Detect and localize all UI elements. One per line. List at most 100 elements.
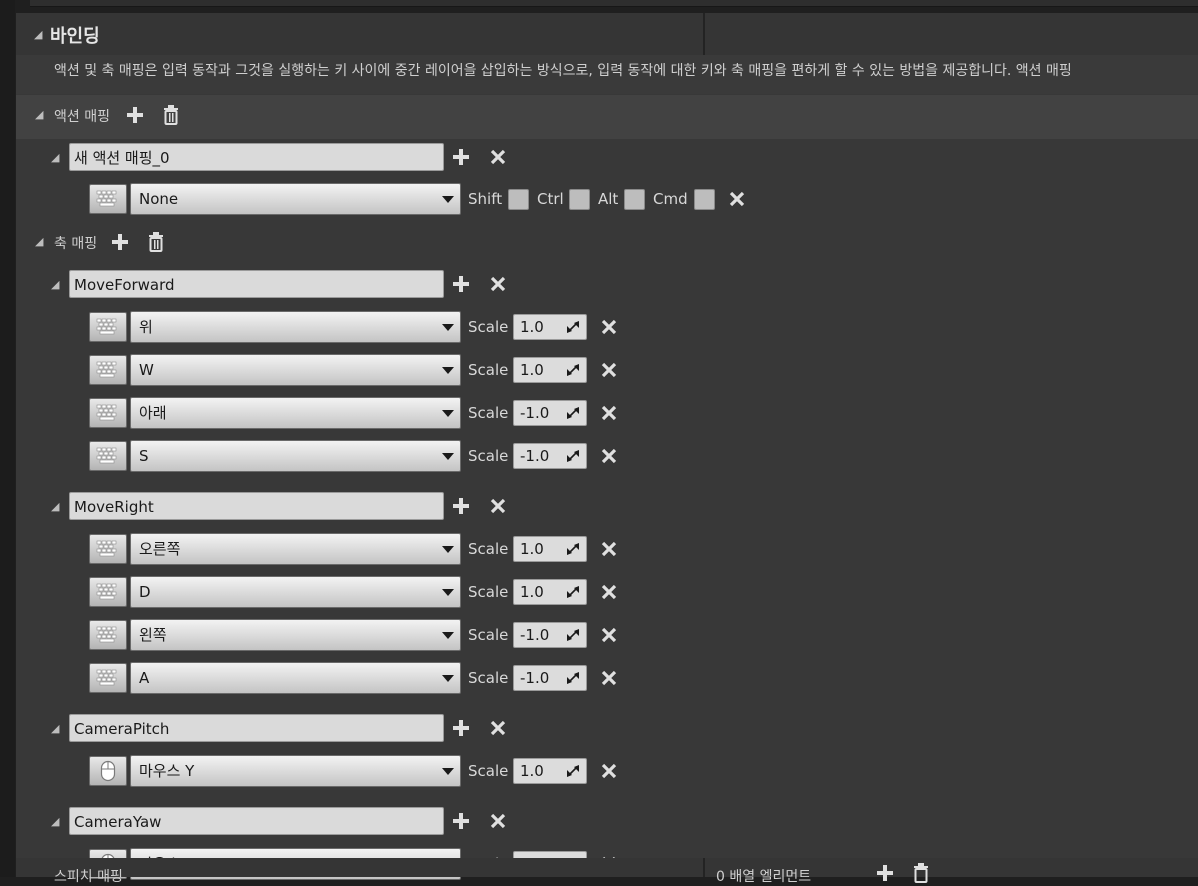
delete-axis-mappings-button[interactable] (145, 231, 167, 253)
expand-triangle-icon[interactable]: ◢ (51, 722, 59, 735)
action-mapping-name-input[interactable]: 새 액션 매핑_0 (69, 143, 444, 171)
add-action-mapping-button[interactable] (124, 104, 146, 126)
remove-axis-mapping-button[interactable] (487, 495, 509, 517)
remove-axis-key-button[interactable] (598, 402, 620, 424)
chevron-down-icon (442, 675, 454, 682)
key-dropdown[interactable]: 오른쪽 (130, 533, 461, 565)
drag-spin-icon (567, 364, 579, 376)
close-icon (490, 149, 506, 165)
plus-icon (112, 234, 128, 250)
ctrl-checkbox[interactable] (569, 189, 590, 210)
key-selector-button[interactable] (89, 355, 127, 385)
scale-input[interactable]: -1.0 (513, 622, 587, 648)
axis-mapping-name-input[interactable]: MoveRight (69, 492, 444, 520)
add-axis-mapping-button[interactable] (109, 231, 131, 253)
keyboard-icon (96, 361, 117, 378)
expand-triangle-icon[interactable]: ◢ (35, 235, 43, 248)
remove-action-key-button[interactable] (726, 188, 748, 210)
key-selector-button[interactable] (89, 620, 127, 650)
expand-triangle-icon[interactable]: ◢ (51, 500, 59, 513)
keyboard-icon (96, 447, 117, 464)
key-selector-button[interactable] (89, 756, 127, 786)
scale-input[interactable]: 1.0 (513, 314, 587, 340)
axis-mapping-name-input[interactable]: CameraYaw (69, 807, 444, 835)
scale-label: Scale (468, 318, 509, 336)
delete-action-mappings-button[interactable] (160, 104, 182, 126)
key-selector-button[interactable] (89, 398, 127, 428)
scale-input[interactable]: 1.0 (513, 357, 587, 383)
key-dropdown[interactable]: 위 (130, 311, 461, 343)
close-icon (490, 276, 506, 292)
key-selector-button[interactable] (89, 534, 127, 564)
remove-axis-key-button[interactable] (598, 316, 620, 338)
add-action-key-button[interactable] (450, 146, 472, 168)
add-axis-key-button[interactable] (450, 495, 472, 517)
scale-input[interactable]: 1.0 (513, 758, 587, 784)
key-dropdown[interactable]: D (130, 576, 461, 608)
expand-triangle-icon[interactable]: ◢ (35, 108, 43, 121)
remove-axis-key-button[interactable] (598, 538, 620, 560)
remove-action-mapping-button[interactable] (487, 146, 509, 168)
alt-checkbox[interactable] (624, 189, 645, 210)
scale-label: Scale (468, 626, 509, 644)
cmd-checkbox[interactable] (694, 189, 715, 210)
chevron-down-icon (442, 410, 454, 417)
axis-mapping-name-input[interactable]: MoveForward (69, 270, 444, 298)
drag-spin-icon (567, 629, 579, 641)
expand-triangle-icon[interactable]: ◢ (51, 151, 59, 164)
scale-label: Scale (468, 540, 509, 558)
chevron-down-icon (442, 324, 454, 331)
scale-input[interactable]: 1.0 (513, 536, 587, 562)
add-axis-key-button[interactable] (450, 810, 472, 832)
mouse-icon (100, 760, 116, 782)
keyboard-icon (96, 190, 117, 207)
close-icon (601, 541, 617, 557)
key-dropdown[interactable]: W (130, 354, 461, 386)
expand-triangle-icon[interactable]: ◢ (34, 28, 42, 41)
shift-checkbox[interactable] (508, 189, 529, 210)
key-selector-button[interactable] (89, 441, 127, 471)
add-axis-key-button[interactable] (450, 273, 472, 295)
key-selector-button[interactable] (89, 577, 127, 607)
key-dropdown[interactable]: A (130, 662, 461, 694)
chevron-down-icon (442, 453, 454, 460)
close-icon (601, 405, 617, 421)
remove-axis-key-button[interactable] (598, 445, 620, 467)
close-icon (601, 362, 617, 378)
scale-input[interactable]: -1.0 (513, 400, 587, 426)
add-axis-key-button[interactable] (450, 717, 472, 739)
keyboard-icon (96, 669, 117, 686)
remove-axis-key-button[interactable] (598, 581, 620, 603)
remove-axis-key-button[interactable] (598, 624, 620, 646)
key-dropdown[interactable]: 아래 (130, 397, 461, 429)
key-dropdown[interactable]: S (130, 440, 461, 472)
clear-elements-button[interactable] (910, 862, 932, 884)
key-dropdown-value: 왼쪽 (139, 626, 167, 644)
close-icon (601, 319, 617, 335)
key-selector-button[interactable] (89, 312, 127, 342)
key-dropdown-value: 아래 (139, 404, 167, 422)
remove-axis-key-button[interactable] (598, 667, 620, 689)
remove-axis-mapping-button[interactable] (487, 810, 509, 832)
chevron-down-icon (442, 546, 454, 553)
scale-input[interactable]: -1.0 (513, 443, 587, 469)
bindings-header[interactable] (16, 13, 1198, 55)
keyboard-icon (96, 583, 117, 600)
scale-input[interactable]: -1.0 (513, 665, 587, 691)
key-dropdown[interactable]: None (130, 183, 461, 215)
plus-icon (127, 107, 143, 123)
remove-axis-key-button[interactable] (598, 760, 620, 782)
remove-axis-key-button[interactable] (598, 359, 620, 381)
expand-triangle-icon[interactable]: ◢ (51, 278, 59, 291)
remove-axis-mapping-button[interactable] (487, 273, 509, 295)
key-dropdown[interactable]: 왼쪽 (130, 619, 461, 651)
expand-triangle-icon[interactable]: ◢ (51, 815, 59, 828)
key-dropdown-value: 마우스 Y (139, 762, 195, 780)
axis-mapping-name-input[interactable]: CameraPitch (69, 714, 444, 742)
key-selector-button[interactable] (89, 184, 127, 214)
add-element-button[interactable] (874, 862, 896, 884)
remove-axis-mapping-button[interactable] (487, 717, 509, 739)
key-dropdown[interactable]: 마우스 Y (130, 755, 461, 787)
key-selector-button[interactable] (89, 663, 127, 693)
scale-input[interactable]: 1.0 (513, 579, 587, 605)
